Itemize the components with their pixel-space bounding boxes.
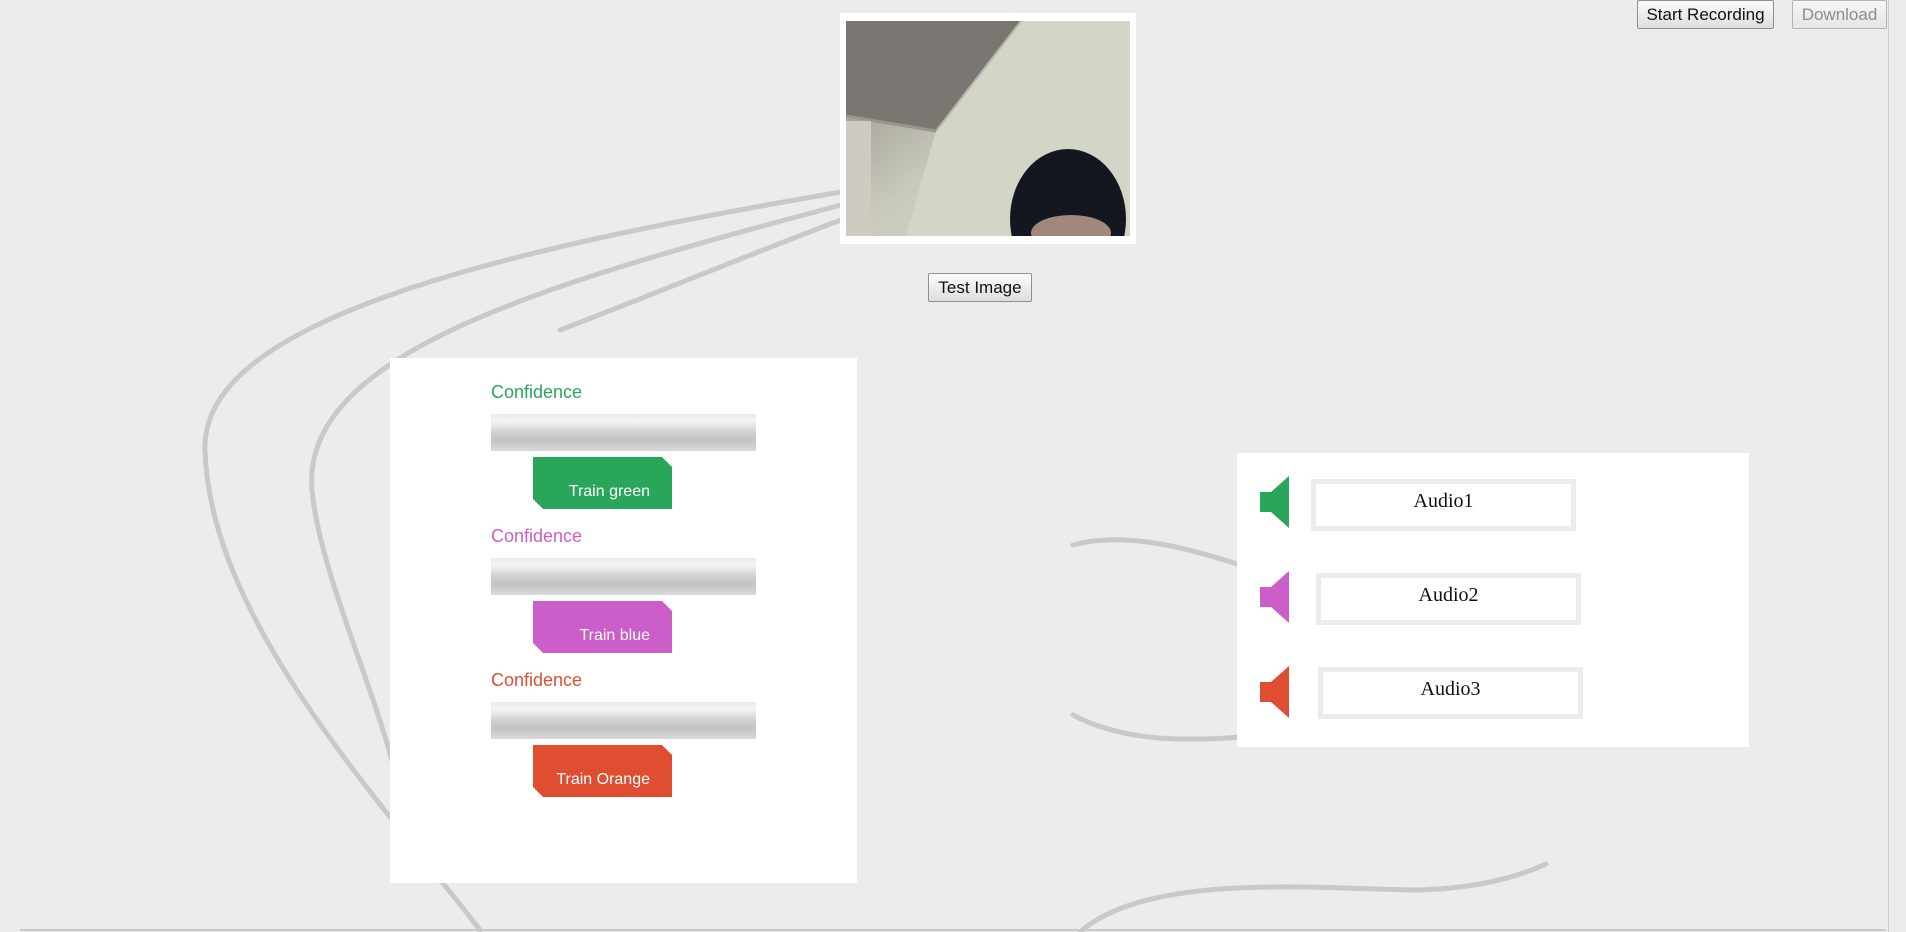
train-blue-button[interactable]: Train blue [533, 601, 672, 653]
train-green-button[interactable]: Train green [533, 457, 672, 509]
audio3-slot[interactable]: Audio3 [1318, 667, 1583, 719]
download-button[interactable]: Download [1792, 0, 1887, 29]
speaker-icon[interactable] [1260, 666, 1294, 718]
confidence-label-blue: Confidence [491, 526, 583, 546]
speaker-icon[interactable] [1260, 571, 1294, 623]
confidence-bar-blue [491, 558, 756, 595]
audio-panel: Audio1 Audio2 Audio3 [1237, 453, 1749, 747]
test-image-button[interactable]: Test Image [928, 273, 1032, 302]
webcam-video [846, 21, 1130, 236]
confidence-label-green: Confidence [491, 382, 583, 402]
horizontal-scrollbar[interactable] [20, 929, 1886, 931]
speaker-icon[interactable] [1260, 476, 1294, 528]
train-orange-button[interactable]: Train Orange [533, 745, 672, 797]
audio2-slot[interactable]: Audio2 [1316, 573, 1581, 625]
training-panel: Confidence Train green Confidence Train … [390, 358, 857, 883]
start-recording-button[interactable]: Start Recording [1637, 0, 1774, 29]
confidence-bar-green [491, 414, 756, 451]
confidence-bar-orange [491, 702, 756, 739]
audio1-slot[interactable]: Audio1 [1311, 479, 1576, 531]
webcam-preview [840, 13, 1136, 244]
confidence-label-orange: Confidence [491, 670, 583, 690]
vertical-scrollbar[interactable] [1888, 0, 1906, 932]
